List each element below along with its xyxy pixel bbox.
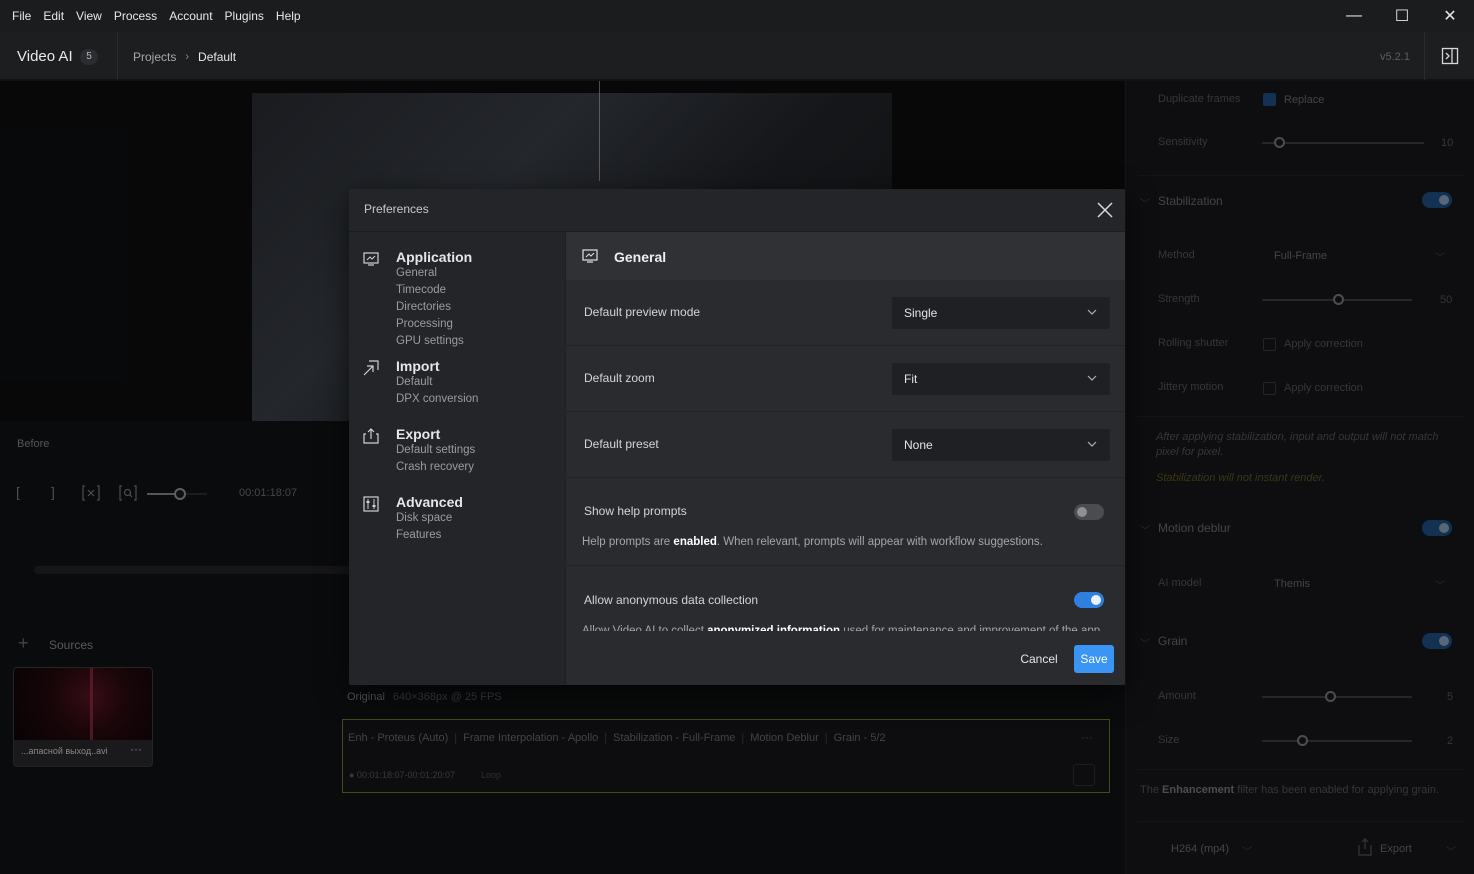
nav-item-gpu-settings[interactable]: GPU settings (396, 335, 464, 347)
nav-item-disk-space[interactable]: Disk space (396, 512, 452, 524)
help-desc-post: . When relevant, prompts will appear wit… (716, 536, 1043, 548)
app-title: Video AI (17, 48, 73, 65)
zoom-select[interactable]: Fit (892, 363, 1110, 395)
sliders-icon (363, 496, 379, 512)
breadcrumb-current: Default (198, 50, 237, 64)
minimize-icon: — (1346, 7, 1362, 24)
close-icon: ✕ (1443, 8, 1457, 25)
close-dialog-button[interactable] (1095, 200, 1115, 220)
nav-title-import[interactable]: Import (396, 358, 440, 374)
close-window-button[interactable]: ✕ (1426, 0, 1474, 32)
help-prompts-toggle[interactable] (1074, 504, 1104, 520)
help-desc-pre: Help prompts are (582, 536, 671, 548)
import-icon (363, 360, 379, 376)
nav-item-processing[interactable]: Processing (396, 318, 453, 330)
data-collection-toggle[interactable] (1074, 592, 1104, 608)
preset-select[interactable]: None (892, 429, 1110, 461)
menu-view[interactable]: View (70, 0, 108, 32)
toggle-knob (1077, 507, 1087, 517)
zoom-label: Default zoom (584, 371, 655, 385)
nav-item-timecode[interactable]: Timecode (396, 284, 446, 296)
nav-title-application[interactable]: Application (396, 249, 472, 265)
menu-edit[interactable]: Edit (37, 0, 70, 32)
preferences-nav: Application General Timecode Directories… (349, 232, 565, 685)
chevron-down-icon (1087, 441, 1097, 447)
menu-file[interactable]: File (6, 0, 37, 32)
breadcrumb: Projects › Default (133, 50, 236, 64)
section-header: General (566, 232, 1125, 280)
dialog-title: Preferences (364, 202, 429, 216)
nav-title-export[interactable]: Export (396, 426, 440, 442)
preferences-dialog: Preferences Application General Timecode… (349, 189, 1125, 685)
maximize-button[interactable]: ☐ (1378, 0, 1426, 32)
nav-item-import-default[interactable]: Default (396, 376, 432, 388)
version-badge: 5 (80, 49, 98, 65)
menu-process[interactable]: Process (108, 0, 163, 32)
preset-row: Default preset None (566, 412, 1125, 478)
nav-item-crash-recovery[interactable]: Crash recovery (396, 461, 474, 473)
nav-item-default-settings[interactable]: Default settings (396, 444, 475, 456)
header-divider (117, 32, 118, 80)
dialog-footer: Cancel Save (566, 631, 1125, 685)
zoom-value: Fit (904, 372, 918, 386)
zoom-row: Default zoom Fit (566, 346, 1125, 412)
export-icon (363, 428, 379, 444)
monitor-icon (363, 252, 379, 266)
preview-mode-value: Single (904, 306, 938, 320)
toggle-knob (1091, 595, 1101, 605)
menu-account[interactable]: Account (163, 0, 218, 32)
preset-label: Default preset (584, 437, 659, 451)
menu-help[interactable]: Help (270, 0, 307, 32)
help-prompts-row: Show help prompts Help prompts are enabl… (566, 478, 1125, 566)
maximize-icon: ☐ (1394, 8, 1410, 25)
monitor-icon (582, 249, 598, 263)
preferences-content: General Default preview mode Single Defa… (565, 232, 1125, 685)
chevron-right-icon: › (185, 51, 190, 63)
window-controls: — ☐ ✕ (1330, 0, 1474, 32)
preview-mode-label: Default preview mode (584, 305, 701, 319)
help-prompts-label: Show help prompts (584, 504, 687, 518)
chevron-down-icon (1087, 375, 1097, 381)
nav-title-advanced[interactable]: Advanced (396, 494, 463, 510)
menu-bar: File Edit View Process Account Plugins H… (0, 0, 1474, 32)
help-prompts-description: Help prompts are enabled. When relevant,… (582, 536, 1043, 548)
preset-value: None (904, 438, 933, 452)
chevron-down-icon (1087, 309, 1097, 315)
nav-item-dpx-conversion[interactable]: DPX conversion (396, 393, 478, 405)
nav-item-general[interactable]: General (396, 267, 437, 279)
section-title: General (614, 249, 667, 265)
panel-toggle-button[interactable] (1424, 32, 1474, 80)
menu: File Edit View Process Account Plugins H… (6, 0, 307, 32)
breadcrumb-projects[interactable]: Projects (133, 50, 176, 64)
sidebar-toggle-icon (1441, 47, 1458, 65)
data-collection-label: Allow anonymous data collection (584, 593, 759, 607)
nav-item-features[interactable]: Features (396, 529, 441, 541)
nav-item-directories[interactable]: Directories (396, 301, 451, 313)
app-header: Video AI 5 Projects › Default v5.2.1 (0, 32, 1474, 80)
version-label: v5.2.1 (1380, 51, 1410, 63)
preview-mode-select[interactable]: Single (892, 297, 1110, 329)
cancel-button[interactable]: Cancel (1014, 645, 1064, 673)
save-button[interactable]: Save (1074, 645, 1114, 673)
menu-plugins[interactable]: Plugins (219, 0, 270, 32)
minimize-button[interactable]: — (1330, 0, 1378, 32)
preview-mode-row: Default preview mode Single (566, 280, 1125, 346)
close-icon (1097, 202, 1113, 218)
help-desc-bold: enabled (673, 536, 717, 548)
